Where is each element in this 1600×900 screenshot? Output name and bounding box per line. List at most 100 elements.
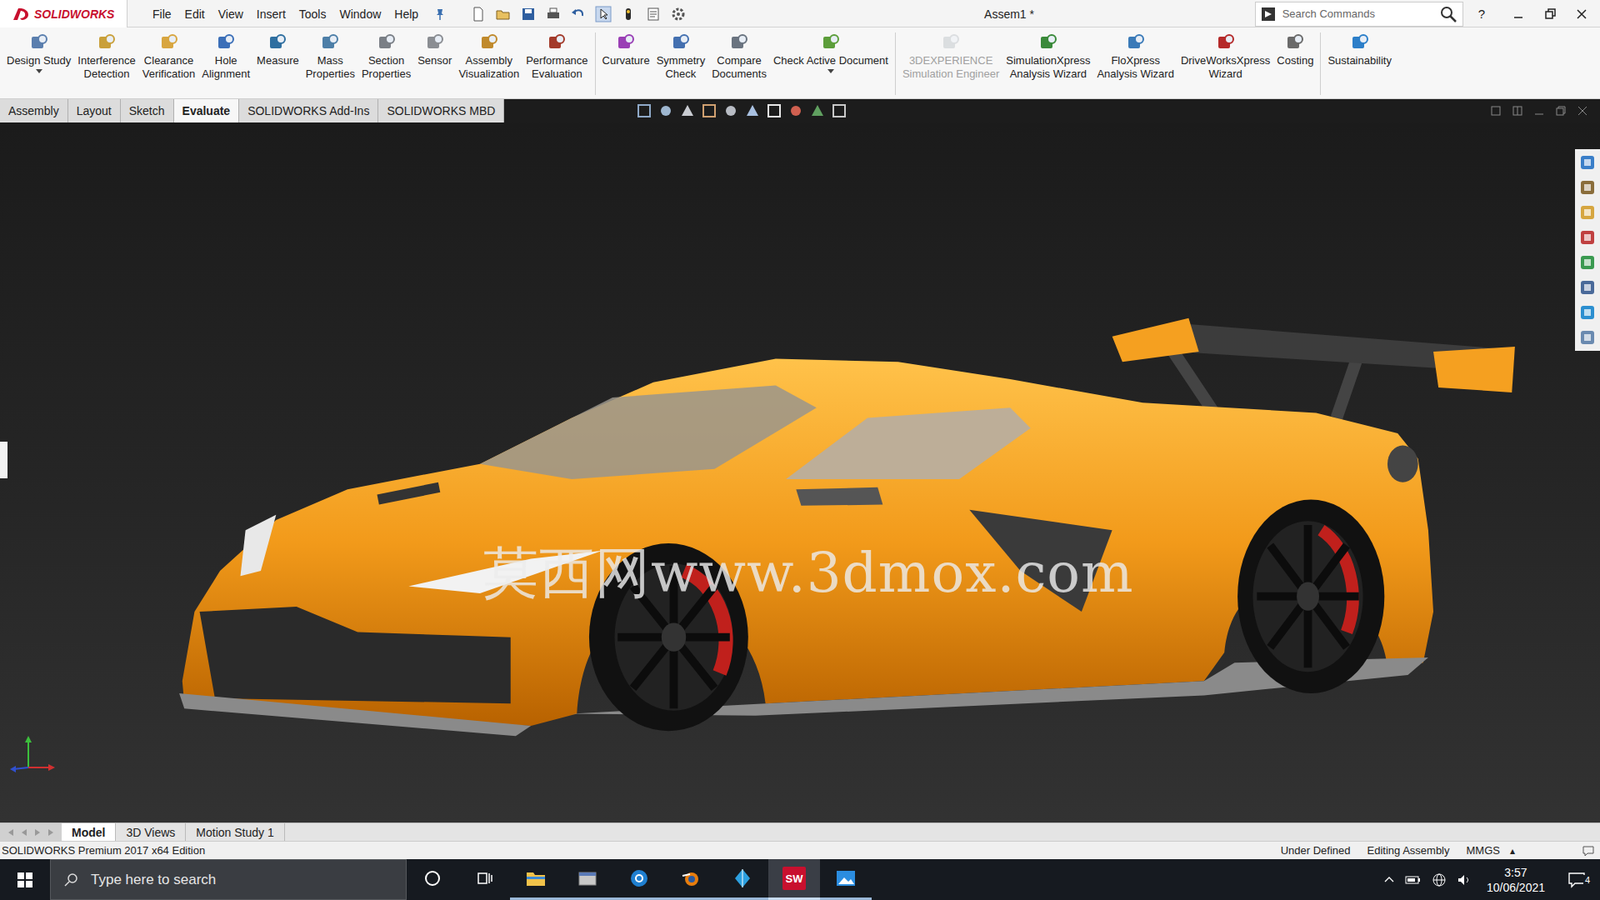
search-commands-field[interactable]: Search Commands xyxy=(1255,1,1464,27)
menu-item[interactable]: File xyxy=(147,5,177,23)
tab-scroll-icon[interactable] xyxy=(45,826,57,839)
command-button[interactable]: Sensor xyxy=(414,30,455,70)
menu-item[interactable]: View xyxy=(213,5,249,23)
command-button[interactable]: MassProperties xyxy=(302,30,359,83)
show-hidden-icons-icon[interactable] xyxy=(1383,874,1395,886)
print-tool[interactable] xyxy=(545,5,562,23)
task-pane-icon[interactable] xyxy=(1579,229,1596,246)
view-tool-icon[interactable] xyxy=(830,102,848,120)
command-button[interactable]: SymmetryCheck xyxy=(653,30,710,83)
doc-restore-icon[interactable] xyxy=(1555,105,1567,117)
battery-icon[interactable] xyxy=(1405,874,1422,886)
props-tool[interactable] xyxy=(645,5,662,23)
command-button[interactable]: Curvature xyxy=(599,30,654,70)
command-button[interactable]: Costing xyxy=(1273,30,1317,70)
view-tool-icon[interactable] xyxy=(679,102,696,120)
command-tab[interactable]: SOLIDWORKS MBD xyxy=(378,99,505,123)
select-tool[interactable] xyxy=(595,5,612,23)
pin-icon[interactable] xyxy=(433,7,447,21)
solidworks-logo[interactable]: SOLIDWORKS xyxy=(0,0,128,28)
menu-item[interactable]: Edit xyxy=(180,5,210,23)
command-button[interactable]: InterferenceDetection xyxy=(74,30,139,83)
command-button[interactable]: HoleAlignment xyxy=(198,30,254,83)
tab-scroll-icon[interactable] xyxy=(5,826,17,839)
command-tab[interactable]: SOLIDWORKS Add-Ins xyxy=(239,99,379,123)
dropdown-arrow-icon[interactable] xyxy=(827,69,835,75)
command-button[interactable]: CompareDocuments xyxy=(708,30,770,83)
task-pane-icon[interactable] xyxy=(1579,304,1596,321)
command-button[interactable]: ClearanceVerification xyxy=(139,30,200,83)
command-tab[interactable]: Evaluate xyxy=(174,99,240,123)
command-button[interactable]: SimulationXpressAnalysis Wizard xyxy=(1002,30,1094,83)
view-tool-icon[interactable] xyxy=(700,102,718,120)
view-tool-icon[interactable] xyxy=(809,102,826,120)
taskbar-app[interactable] xyxy=(561,859,614,900)
command-button[interactable]: DriveWorksXpressWizard xyxy=(1177,30,1274,83)
command-button[interactable]: PerformanceEvaluation xyxy=(522,30,591,83)
doc-minimize-icon[interactable] xyxy=(1533,105,1545,117)
new-tool[interactable] xyxy=(470,5,487,23)
action-center-button[interactable]: 4 xyxy=(1560,871,1594,889)
close-icon[interactable] xyxy=(1575,7,1589,21)
car-model-icon[interactable] xyxy=(168,305,1526,740)
minimize-icon[interactable] xyxy=(1511,7,1525,21)
undo-tool[interactable] xyxy=(570,5,587,23)
restore-icon[interactable] xyxy=(1543,7,1557,21)
command-tab[interactable]: Layout xyxy=(68,99,121,123)
volume-icon[interactable] xyxy=(1456,872,1472,888)
command-tab[interactable]: Assembly xyxy=(0,99,69,123)
view-tool-icon[interactable] xyxy=(657,102,675,120)
open-tool[interactable] xyxy=(495,5,512,23)
task-pane-icon[interactable] xyxy=(1579,254,1596,271)
tile-icon[interactable] xyxy=(1490,105,1502,117)
save-tool[interactable] xyxy=(520,5,537,23)
dropdown-arrow-icon[interactable] xyxy=(35,69,43,75)
menu-item[interactable]: Tools xyxy=(294,5,332,23)
start-button[interactable] xyxy=(0,859,50,900)
rebuild-tool[interactable] xyxy=(620,5,637,23)
command-button[interactable]: Design Study xyxy=(3,30,75,76)
view-tool-icon[interactable] xyxy=(787,102,805,120)
menu-item[interactable]: Insert xyxy=(251,5,291,23)
model-tab[interactable]: Motion Study 1 xyxy=(185,823,285,841)
task-pane-icon[interactable] xyxy=(1579,154,1596,171)
tab-scroll-icon[interactable] xyxy=(18,826,30,839)
command-button[interactable]: FloXpressAnalysis Wizard xyxy=(1093,30,1177,83)
task-pane-icon[interactable] xyxy=(1579,329,1596,346)
taskbar-search[interactable]: Type here to search xyxy=(50,859,407,900)
view-tool-icon[interactable] xyxy=(722,102,740,120)
task-pane-icon[interactable] xyxy=(1579,279,1596,296)
taskbar-app[interactable] xyxy=(613,859,665,900)
task-pane-icon[interactable] xyxy=(1579,204,1596,221)
tile-vertical-icon[interactable] xyxy=(1511,105,1524,117)
magnifier-icon[interactable] xyxy=(1439,5,1458,24)
help-button[interactable]: ? xyxy=(1473,6,1490,21)
taskbar-app[interactable] xyxy=(716,859,769,900)
tab-scroll-icon[interactable] xyxy=(31,826,44,839)
tooltip-icon[interactable] xyxy=(1581,845,1595,857)
command-button[interactable]: Measure xyxy=(253,30,303,70)
menu-item[interactable]: Window xyxy=(334,5,386,23)
taskbar-app[interactable] xyxy=(820,859,872,900)
taskbar-app[interactable] xyxy=(406,859,459,900)
view-tool-icon[interactable] xyxy=(744,102,761,120)
taskbar-app[interactable] xyxy=(510,859,562,900)
clock[interactable]: 3:5710/06/2021 xyxy=(1481,865,1550,895)
command-button[interactable]: AssemblyVisualization xyxy=(455,30,523,83)
taskbar-app[interactable]: SW xyxy=(768,859,820,900)
model-tab[interactable]: Model xyxy=(61,823,116,841)
doc-close-icon[interactable] xyxy=(1576,105,1589,117)
taskbar-app[interactable] xyxy=(458,859,510,900)
command-button[interactable]: Sustainability xyxy=(1324,30,1395,70)
feature-manager-toggle[interactable] xyxy=(0,441,8,479)
units-menu-arrow[interactable]: ▴ xyxy=(1510,845,1515,857)
graphics-area[interactable]: 莫西网www.3dmox.com xyxy=(0,122,1600,823)
menu-item[interactable]: Help xyxy=(389,5,424,23)
command-button[interactable]: Check Active Document xyxy=(770,30,892,76)
options-tool[interactable] xyxy=(670,5,687,23)
command-button[interactable]: SectionProperties xyxy=(358,30,415,83)
task-pane-icon[interactable] xyxy=(1579,179,1596,196)
network-globe-icon[interactable] xyxy=(1431,872,1447,888)
command-tab[interactable]: Sketch xyxy=(120,99,175,123)
view-tool-icon[interactable] xyxy=(765,102,783,120)
